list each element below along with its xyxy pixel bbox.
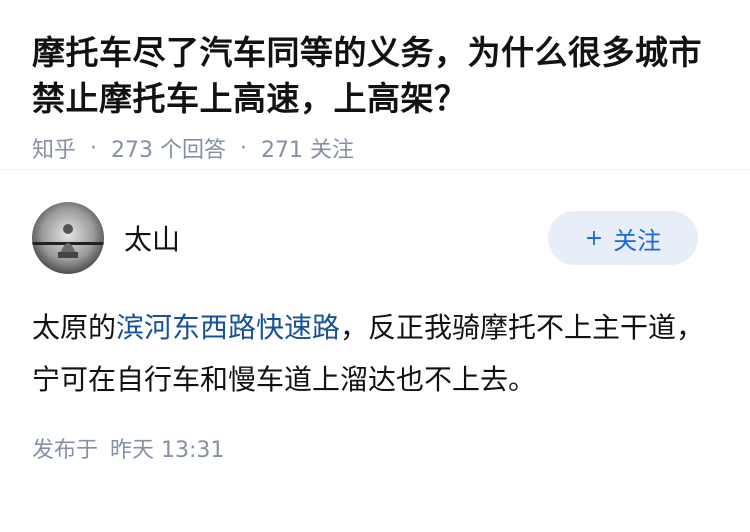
answer-card: 太山 + 关注 太原的滨河东西路快速路，反正我骑摩托不上主干道，宁可在自行车和慢… [0, 170, 750, 464]
content-link[interactable]: 滨河东西路快速路 [116, 311, 340, 344]
question-meta: 知乎 · 273 个回答 · 271 关注 [32, 132, 718, 164]
question-title[interactable]: 摩托车尽了汽车同等的义务，为什么很多城市禁止摩托车上高速，上高架？ [32, 30, 718, 122]
published-time: 昨天 13:31 [110, 438, 225, 463]
plus-icon: + [584, 225, 604, 251]
meta-separator: · [240, 135, 248, 161]
answers-count[interactable]: 273 个回答 [111, 132, 226, 164]
content-prefix: 太原的 [32, 311, 117, 344]
answer-content: 太原的滨河东西路快速路，反正我骑摩托不上主干道，宁可在自行车和慢车道上溜达也不上… [32, 302, 712, 406]
follow-button[interactable]: + 关注 [548, 211, 698, 265]
meta-separator: · [90, 135, 98, 161]
follow-label: 关注 [613, 226, 662, 255]
avatar-icon[interactable] [32, 202, 104, 274]
author-name[interactable]: 太山 [124, 218, 180, 258]
question-header: 摩托车尽了汽车同等的义务，为什么很多城市禁止摩托车上高速，上高架？ 知乎 · 2… [0, 0, 750, 170]
published-info: 发布于 昨天 13:31 [32, 432, 718, 464]
published-label: 发布于 [32, 438, 99, 463]
source-label[interactable]: 知乎 [32, 132, 76, 164]
followers-count[interactable]: 271 关注 [261, 132, 354, 164]
